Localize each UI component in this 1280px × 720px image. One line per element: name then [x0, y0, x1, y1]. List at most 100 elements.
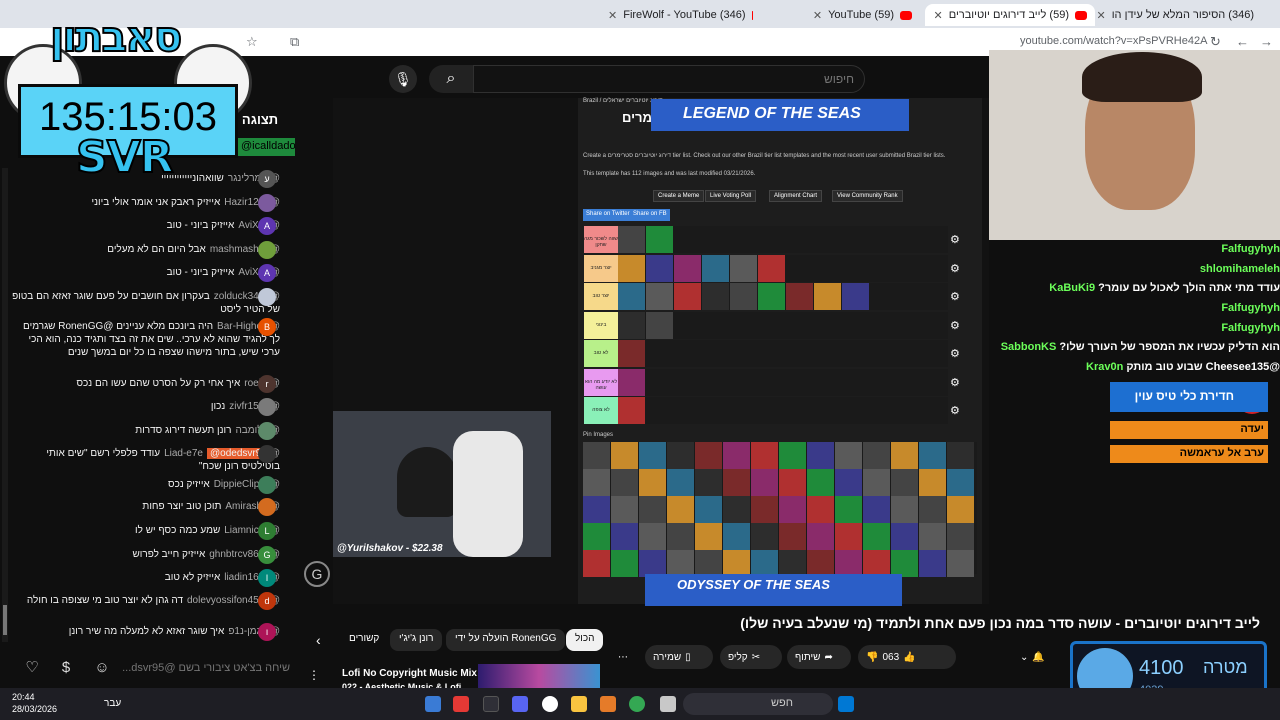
avatar[interactable]	[258, 241, 276, 259]
tier-thumbnail[interactable]	[618, 226, 645, 253]
chrome-icon[interactable]	[629, 696, 645, 712]
gear-icon[interactable]: ⚙	[950, 319, 960, 332]
pool-thumbnail[interactable]	[807, 550, 834, 577]
pool-thumbnail[interactable]	[667, 442, 694, 469]
emoji-icon[interactable]: ☺	[92, 658, 112, 678]
pool-thumbnail[interactable]	[807, 469, 834, 496]
pool-thumbnail[interactable]	[779, 442, 806, 469]
suggested-thumbnail[interactable]	[478, 664, 600, 688]
pool-thumbnail[interactable]	[583, 496, 610, 523]
tier-thumbnail[interactable]	[618, 340, 645, 367]
tier-thumbnail[interactable]	[674, 283, 701, 310]
gear-icon[interactable]: ⚙	[950, 290, 960, 303]
chat-scrollbar[interactable]	[2, 168, 8, 642]
pool-thumbnail[interactable]	[751, 442, 778, 469]
save-button[interactable]: שמירה ▯	[645, 645, 713, 669]
pool-thumbnail[interactable]	[723, 550, 750, 577]
close-icon[interactable]: ✕	[934, 9, 943, 22]
avatar[interactable]: A	[258, 217, 276, 235]
avatar[interactable]	[258, 422, 276, 440]
pool-thumbnail[interactable]	[751, 550, 778, 577]
pool-thumbnail[interactable]	[723, 523, 750, 550]
community-rank-button[interactable]: View Community Rank	[832, 190, 903, 202]
pool-thumbnail[interactable]	[947, 496, 974, 523]
pool-thumbnail[interactable]	[863, 523, 890, 550]
pool-thumbnail[interactable]	[863, 469, 890, 496]
tier-thumbnail[interactable]	[646, 283, 673, 310]
avatar[interactable]: r	[258, 375, 276, 393]
pool-thumbnail[interactable]	[695, 469, 722, 496]
browser-tab[interactable]: (346) הסיפור המלא של עידן הו ✕	[1096, 4, 1268, 26]
pool-thumbnail[interactable]	[919, 550, 946, 577]
tier-thumbnail[interactable]	[618, 283, 645, 310]
tier-row[interactable]	[618, 283, 948, 310]
tier-thumbnail[interactable]	[702, 254, 729, 282]
pool-thumbnail[interactable]	[891, 442, 918, 469]
chip-all[interactable]: הכול	[566, 629, 604, 651]
pool-thumbnail[interactable]	[611, 550, 638, 577]
share-fb-button[interactable]: Share on FB	[630, 209, 670, 221]
taskbar-search[interactable]: חפש	[683, 693, 833, 715]
avatar[interactable]: L	[258, 522, 276, 540]
pool-thumbnail[interactable]	[695, 496, 722, 523]
pool-thumbnail[interactable]	[863, 496, 890, 523]
gear-icon[interactable]: ⚙	[950, 347, 960, 360]
pool-thumbnail[interactable]	[695, 550, 722, 577]
avatar[interactable]: d	[258, 592, 276, 610]
gear-icon[interactable]: ⚙	[950, 233, 960, 246]
pool-thumbnail[interactable]	[863, 442, 890, 469]
pool-thumbnail[interactable]	[583, 442, 610, 469]
avatar[interactable]	[258, 288, 276, 306]
back-icon[interactable]: ←	[1236, 34, 1249, 49]
extension-icon[interactable]: ⧉	[290, 34, 299, 50]
pool-thumbnail[interactable]	[751, 523, 778, 550]
pool-thumbnail[interactable]	[667, 550, 694, 577]
pool-thumbnail[interactable]	[835, 523, 862, 550]
pool-thumbnail[interactable]	[919, 523, 946, 550]
heart-icon[interactable]: ♡	[22, 658, 42, 678]
tier-thumbnail[interactable]	[758, 254, 785, 282]
tier-thumbnail[interactable]	[730, 283, 757, 310]
pool-thumbnail[interactable]	[639, 442, 666, 469]
url-field[interactable]: youtube.com/watch?v=xPsPVRHe42A	[1020, 35, 1207, 47]
language-indicator[interactable]: עבר	[104, 698, 121, 709]
chat-scrollbar-thumb[interactable]	[3, 605, 7, 635]
subscribe-bell[interactable]: ⌄ 🔔	[1020, 645, 1064, 669]
app-icon[interactable]	[600, 696, 616, 712]
pool-thumbnail[interactable]	[583, 469, 610, 496]
pool-thumbnail[interactable]	[639, 496, 666, 523]
pool-thumbnail[interactable]	[611, 469, 638, 496]
tier-row[interactable]	[618, 311, 948, 339]
avatar[interactable]	[258, 476, 276, 494]
pool-thumbnail[interactable]	[695, 442, 722, 469]
pool-thumbnail[interactable]	[751, 496, 778, 523]
browser-tab-active[interactable]: (59) לייב דירוגים יוטיוברים ✕	[925, 4, 1095, 26]
windows-start-icon[interactable]	[838, 696, 854, 712]
create-meme-button[interactable]: Create a Meme	[653, 190, 705, 202]
pool-thumbnail[interactable]	[667, 496, 694, 523]
avatar[interactable]	[258, 498, 276, 516]
close-icon[interactable]: ✕	[1096, 9, 1105, 22]
alignment-chart-button[interactable]: Alignment Chart	[769, 190, 823, 202]
share-twitter-button[interactable]: Share on Twitter	[583, 209, 633, 221]
tier-thumbnail[interactable]	[814, 283, 841, 310]
dislike-icon[interactable]: 👎	[866, 652, 878, 663]
chip-related[interactable]: קשורים	[340, 629, 388, 651]
browser-tab[interactable]: (59) YouTube ✕	[760, 4, 920, 26]
tier-thumbnail[interactable]	[646, 226, 673, 253]
pool-thumbnail[interactable]	[723, 469, 750, 496]
app-icon[interactable]	[660, 696, 676, 712]
pool-thumbnail[interactable]	[947, 469, 974, 496]
tier-thumbnail[interactable]	[842, 283, 869, 310]
pool-thumbnail[interactable]	[947, 442, 974, 469]
pool-thumbnail[interactable]	[919, 442, 946, 469]
avatar[interactable]	[258, 445, 276, 463]
pool-thumbnail[interactable]	[639, 523, 666, 550]
avatar[interactable]: G	[258, 546, 276, 564]
tier-row[interactable]	[618, 226, 948, 253]
pool-thumbnail[interactable]	[583, 550, 610, 577]
tier-thumbnail[interactable]	[702, 283, 729, 310]
tier-row[interactable]	[618, 368, 948, 396]
pool-thumbnail[interactable]	[611, 496, 638, 523]
pool-thumbnail[interactable]	[891, 550, 918, 577]
